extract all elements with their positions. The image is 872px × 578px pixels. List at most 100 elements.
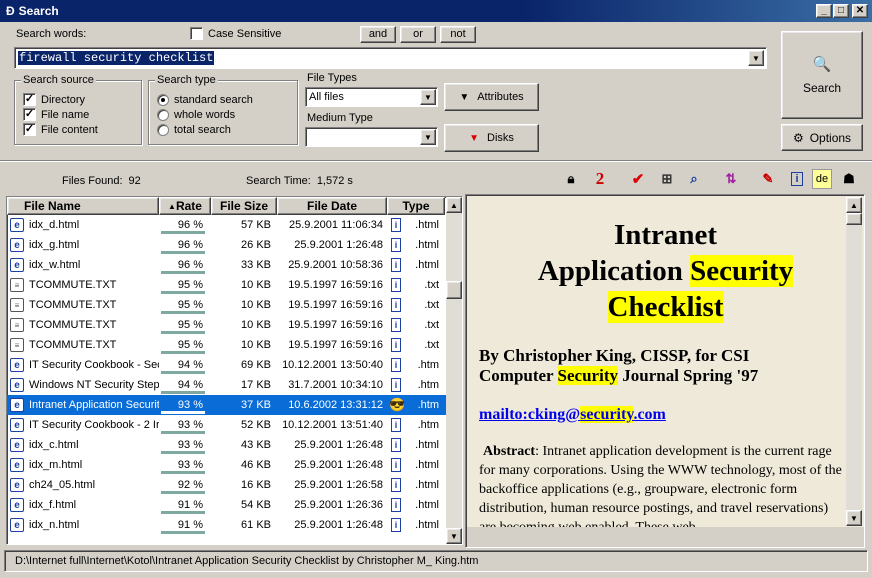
scroll-down-icon[interactable]: ▼ — [846, 510, 862, 526]
checkmark-icon[interactable]: ✔ — [628, 169, 648, 189]
cell-file-date: 25.9.2001 1:26:48 — [294, 239, 383, 251]
split-icon[interactable]: ⇅ — [721, 169, 741, 189]
and-button[interactable]: and — [360, 26, 396, 43]
column-header[interactable]: ▲ Rate — [159, 197, 211, 215]
source-option[interactable]: ✓ Directory — [23, 92, 98, 107]
column-header-label: Rate — [175, 199, 202, 213]
table-header: File Name ▲ Rate File Size File Date Type — [7, 197, 462, 215]
column-header[interactable]: File Date — [277, 197, 387, 215]
cell-file-size: 52 KB — [241, 419, 271, 431]
preview-scrollbar[interactable]: ▲ ▼ — [846, 197, 862, 526]
search-type-option[interactable]: total search — [157, 122, 253, 137]
table-row[interactable]: e idx_c.html 93 % 43 KB 25.9.2001 1:26:48 i .h… — [7, 435, 462, 455]
source-option[interactable]: ✓ File name — [23, 107, 98, 122]
or-button[interactable]: or — [400, 26, 436, 43]
table-row[interactable]: e ch24_05.html 92 % 16 KB 25.9.2001 1:26:58 i… — [7, 475, 462, 495]
column-header[interactable]: File Name — [7, 197, 159, 215]
magnifier-icon: 🔍 — [812, 56, 832, 73]
search-type-option[interactable]: whole words — [157, 107, 253, 122]
chevron-down-icon[interactable]: ▼ — [748, 50, 764, 66]
file-name: idx_c.html — [29, 439, 79, 451]
file-types-label: File Types — [307, 72, 357, 84]
column-header-label: File Size — [219, 199, 269, 213]
close-button[interactable]: ✕ — [852, 4, 868, 18]
table-row[interactable]: e idx_d.html 96 % 57 KB 25.9.2001 11:06:34 i.… — [7, 215, 462, 235]
radio-button — [157, 123, 169, 136]
attributes-button[interactable]: ▼ Attributes — [444, 83, 539, 111]
table-row[interactable]: e Windows NT Security Step 94 % 17 KB 31.7.2… — [7, 375, 462, 395]
table-row[interactable]: e idx_w.html 96 % 33 KB 25.9.2001 10:58:36 i.… — [7, 255, 462, 275]
scroll-thumb[interactable] — [846, 213, 862, 225]
case-sensitive-checkbox[interactable]: Case Sensitive — [190, 26, 281, 41]
rate-value: 95 % — [177, 319, 203, 331]
files-found: Files Found: 92 — [62, 175, 141, 187]
search-button[interactable]: 🔍 Search — [781, 31, 863, 119]
text-file-icon: ≡ — [10, 338, 24, 352]
find-icon[interactable]: ⌕ — [684, 169, 704, 189]
rate-value: 96 % — [177, 239, 203, 251]
web-page-icon: e — [10, 378, 24, 392]
table-row[interactable]: e idx_m.html 93 % 46 KB 25.9.2001 1:26:48 i .h… — [7, 455, 462, 475]
lock-icon[interactable]: 🔒︎ — [561, 169, 581, 189]
column-header[interactable]: Type — [387, 197, 445, 215]
file-type: .html — [415, 499, 439, 511]
pin-icon[interactable]: ☗ — [839, 169, 859, 189]
file-types-select[interactable]: All files ▼ — [305, 87, 438, 107]
tree-icon[interactable]: ⊞ — [657, 169, 677, 189]
table-row[interactable]: e idx_g.html 96 % 26 KB 25.9.2001 1:26:48 i .h… — [7, 235, 462, 255]
marker-icon[interactable]: ✎ — [758, 169, 778, 189]
disks-button[interactable]: ▼ Disks — [444, 124, 539, 152]
cell-file-size: 57 KB — [241, 219, 271, 231]
web-page-icon: e — [10, 438, 24, 452]
file-name: idx_n.html — [29, 519, 80, 531]
cell-file-size: 54 KB — [241, 499, 271, 511]
options-button[interactable]: ⚙ Options — [781, 124, 863, 151]
scroll-thumb[interactable] — [446, 281, 462, 299]
table-row[interactable]: e idx_n.html 91 % 61 KB 25.9.2001 1:26:48 i .h… — [7, 515, 462, 535]
column-header[interactable]: File Size — [211, 197, 277, 215]
scroll-down-icon[interactable]: ▼ — [446, 528, 462, 544]
cell-file-date: 10.6.2002 13:31:12 — [288, 399, 383, 411]
preview-byline-highlight: Security — [557, 366, 618, 385]
table-row[interactable]: ≡ TCOMMUTE.TXT 95 % 10 KB 19.5.1997 16:59:16… — [7, 335, 462, 355]
cell-file-date: 25.9.2001 1:26:48 — [294, 439, 383, 451]
info-icon[interactable]: i — [787, 169, 807, 189]
source-option-label: File content — [41, 123, 98, 136]
rate-value: 91 % — [177, 519, 203, 531]
number-two-icon[interactable]: 2 — [590, 169, 610, 189]
medium-type-select[interactable]: ▼ — [305, 127, 438, 147]
chevron-down-icon[interactable]: ▼ — [420, 89, 436, 105]
chevron-down-icon[interactable]: ▼ — [420, 129, 436, 145]
search-time: Search Time: 1,572 s — [246, 175, 353, 187]
table-row[interactable]: e IT Security Cookbook - Sec 94 % 69 KB 10.1… — [7, 355, 462, 375]
table-row[interactable]: ≡ TCOMMUTE.TXT 95 % 10 KB 19.5.1997 16:59:16… — [7, 275, 462, 295]
source-option[interactable]: ✓ File content — [23, 122, 98, 137]
scroll-up-icon[interactable]: ▲ — [846, 197, 862, 213]
info-icon: i — [391, 418, 401, 432]
info-icon: i — [391, 258, 401, 272]
search-type-option[interactable]: standard search — [157, 92, 253, 107]
table-body: e idx_d.html 96 % 57 KB 25.9.2001 11:06:34 i.… — [7, 215, 462, 535]
minimize-button[interactable]: _ — [816, 4, 832, 18]
rate-value: 93 % — [177, 399, 203, 411]
not-button[interactable]: not — [440, 26, 476, 43]
file-types-value: All files — [309, 91, 344, 103]
table-row[interactable]: e Intranet Application Securit 93 % 37 KB 10… — [7, 395, 462, 415]
scroll-up-icon[interactable]: ▲ — [446, 197, 462, 213]
table-row[interactable]: ≡ TCOMMUTE.TXT 95 % 10 KB 19.5.1997 16:59:16… — [7, 315, 462, 335]
preview-mail-link[interactable]: mailto:cking@security.com — [479, 406, 864, 424]
app-icon: Ð — [6, 4, 15, 18]
language-de-icon[interactable]: de — [812, 169, 832, 189]
title-bar: Ð Search — [0, 0, 872, 22]
file-name: TCOMMUTE.TXT — [29, 279, 117, 291]
table-row[interactable]: e idx_f.html 91 % 54 KB 25.9.2001 1:26:36 i .h… — [7, 495, 462, 515]
file-name: idx_f.html — [29, 499, 77, 511]
results-table: File Name ▲ Rate File Size File Date Type ei… — [6, 196, 463, 545]
rate-value: 91 % — [177, 499, 203, 511]
table-row[interactable]: ≡ TCOMMUTE.TXT 95 % 10 KB 19.5.1997 16:59:16… — [7, 295, 462, 315]
table-row[interactable]: e IT Security Cookbook - 2 Ir 93 % 52 KB 10.… — [7, 415, 462, 435]
cell-file-size: 26 KB — [241, 239, 271, 251]
results-scrollbar[interactable]: ▲ — [446, 197, 462, 544]
maximize-button[interactable]: □ — [833, 4, 849, 18]
search-input[interactable]: firewall security checklist ▼ — [14, 47, 767, 69]
